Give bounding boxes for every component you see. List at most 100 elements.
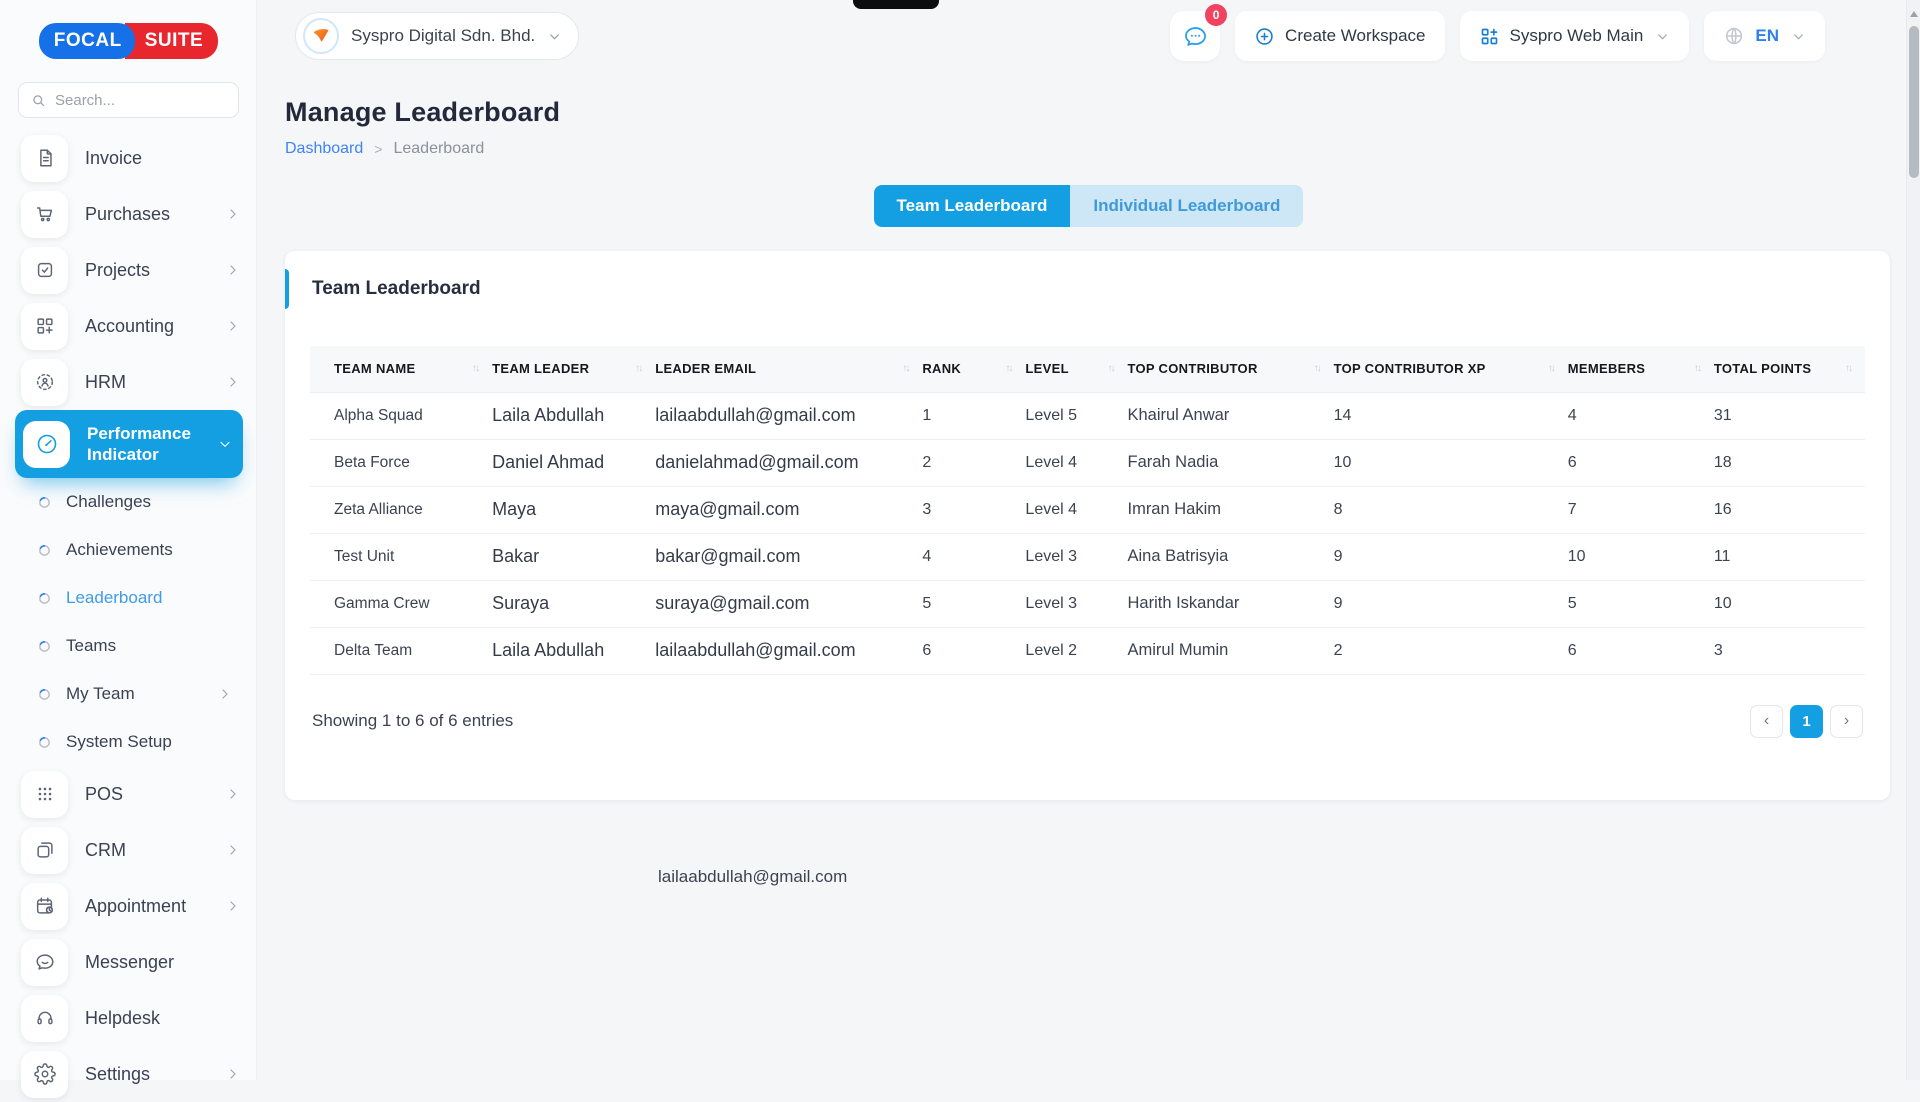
sidebar-item-label: CRM — [85, 840, 208, 861]
tab-individual-leaderboard[interactable]: Individual Leaderboard — [1070, 185, 1303, 227]
messenger-icon — [21, 939, 68, 986]
invoice-icon — [21, 135, 68, 182]
table-cell: 5 — [1568, 580, 1714, 627]
entries-summary: Showing 1 to 6 of 6 entries — [312, 711, 513, 731]
circle-progress-icon — [38, 688, 51, 701]
column-header-total-points[interactable]: TOTAL POINTS↑↓ — [1714, 346, 1865, 392]
grid-plus-icon — [1479, 26, 1500, 47]
sort-icon[interactable]: ↑↓ — [1845, 363, 1851, 374]
scrollbar-thumb[interactable] — [1909, 26, 1919, 178]
column-header-label: LEVEL — [1025, 361, 1068, 376]
table-cell: Delta Team — [310, 627, 492, 674]
search-input[interactable] — [55, 92, 227, 109]
chevron-right-icon — [225, 318, 241, 334]
column-header-team-name[interactable]: TEAM NAME↑↓ — [310, 346, 492, 392]
column-header-leader-email[interactable]: LEADER EMAIL ↑↓ — [655, 346, 922, 392]
pagination-next-button[interactable]: › — [1830, 705, 1863, 738]
table-cell: 9 — [1334, 533, 1568, 580]
sort-icon[interactable]: ↑↓ — [1694, 363, 1700, 374]
tab-team-leaderboard[interactable]: Team Leaderboard — [874, 185, 1071, 227]
create-workspace-label: Create Workspace — [1285, 26, 1425, 46]
card-title: Team Leaderboard — [285, 251, 1890, 300]
table-cell: danielahmad@gmail.com — [655, 439, 922, 486]
language-selector[interactable]: EN — [1704, 11, 1825, 61]
table-cell: Laila Abdullah — [492, 392, 655, 439]
sidebar-item-teams[interactable]: Teams — [0, 622, 257, 670]
app-menu-button[interactable]: Syspro Web Main — [1460, 11, 1690, 61]
sort-icon[interactable]: ↑↓ — [635, 363, 641, 374]
table-cell: 16 — [1714, 486, 1865, 533]
sidebar-item-purchases[interactable]: Purchases — [0, 186, 257, 242]
sort-icon[interactable]: ↑↓ — [902, 363, 908, 374]
helpdesk-icon — [21, 995, 68, 1042]
table-cell: Farah Nadia — [1127, 439, 1333, 486]
sidebar-item-hrm[interactable]: HRM — [0, 354, 257, 410]
circle-progress-icon — [38, 736, 51, 749]
table-cell: Level 4 — [1025, 486, 1127, 533]
sidebar-item-appointment[interactable]: Appointment — [0, 878, 257, 934]
column-header-level[interactable]: LEVEL ↑↓ — [1025, 346, 1127, 392]
pagination-page-1[interactable]: 1 — [1790, 705, 1823, 738]
sidebar-item-achievements[interactable]: Achievements — [0, 526, 257, 574]
crm-icon — [21, 827, 68, 874]
sidebar-item-my-team[interactable]: My Team — [0, 670, 257, 718]
table-cell: Gamma Crew — [310, 580, 492, 627]
sort-icon[interactable]: ↑↓ — [1005, 363, 1011, 374]
sidebar-item-system-setup[interactable]: System Setup — [0, 718, 257, 766]
table-cell: Maya — [492, 486, 655, 533]
cart-icon — [21, 191, 68, 238]
sidebar-item-crm[interactable]: CRM — [0, 822, 257, 878]
sort-icon[interactable]: ↑↓ — [1548, 363, 1554, 374]
search-box[interactable] — [18, 82, 239, 118]
table-cell: 10 — [1568, 533, 1714, 580]
sidebar-item-leaderboard[interactable]: Leaderboard — [0, 574, 257, 622]
sidebar-subitem-label: Leaderboard — [66, 588, 233, 608]
scrollbar-up-arrow-icon[interactable] — [1907, 5, 1920, 17]
sidebar-item-accounting[interactable]: Accounting — [0, 298, 257, 354]
sidebar-item-label: Performance Indicator — [87, 423, 200, 466]
sort-icon[interactable]: ↑↓ — [472, 363, 478, 374]
sidebar-item-projects[interactable]: Projects — [0, 242, 257, 298]
column-header-rank[interactable]: RANK↑↓ — [922, 346, 1025, 392]
breadcrumb: Dashboard > Leaderboard — [285, 140, 1920, 158]
pagination-prev-button[interactable]: ‹ — [1750, 705, 1783, 738]
table-header-row: TEAM NAME↑↓TEAM LEADER↑↓LEADER EMAIL↑↓RA… — [310, 346, 1865, 392]
workspace-selector[interactable]: Syspro Digital Sdn. Bhd. — [295, 12, 579, 60]
sidebar-item-settings[interactable]: Settings — [0, 1046, 257, 1102]
language-label: EN — [1755, 26, 1779, 46]
sidebar-item-label: Settings — [85, 1064, 208, 1085]
search-icon — [30, 92, 47, 109]
table-cell: 31 — [1714, 392, 1865, 439]
sidebar-item-label: Messenger — [85, 952, 241, 973]
sidebar-item-challenges[interactable]: Challenges — [0, 478, 257, 526]
column-header-top-contributor-xp[interactable]: TOP CONTRIBUTOR XP↑↓ — [1334, 346, 1568, 392]
sidebar-subitem-label: Achievements — [66, 540, 233, 560]
sort-icon[interactable]: ↑↓ — [1107, 363, 1113, 374]
breadcrumb-dashboard[interactable]: Dashboard — [285, 140, 363, 158]
sidebar-item-messenger[interactable]: Messenger — [0, 934, 257, 990]
table-cell: 4 — [922, 533, 1025, 580]
screen: FOCALSUITE InvoicePurchasesProjectsAccou… — [0, 0, 1920, 1080]
sidebar-item-pos[interactable]: POS — [0, 766, 257, 822]
sidebar-item-label: Projects — [85, 260, 208, 281]
table-cell: 2 — [922, 439, 1025, 486]
create-workspace-button[interactable]: Create Workspace — [1235, 11, 1444, 61]
table-cell: Suraya — [492, 580, 655, 627]
main-content: Manage Leaderboard Dashboard > Leaderboa… — [257, 72, 1920, 800]
sort-icon[interactable]: ↑↓ — [1314, 363, 1320, 374]
table-cell: 10 — [1714, 580, 1865, 627]
hrm-icon — [21, 359, 68, 406]
column-header-team-leader[interactable]: TEAM LEADER↑↓ — [492, 346, 655, 392]
sidebar-item-invoice[interactable]: Invoice — [0, 130, 257, 186]
table-cell: 6 — [922, 627, 1025, 674]
scrollbar[interactable] — [1906, 0, 1920, 1080]
table-cell: 8 — [1334, 486, 1568, 533]
sidebar-item-helpdesk[interactable]: Helpdesk — [0, 990, 257, 1046]
leaderboard-card: Team Leaderboard TEAM NAME↑↓TEAM LEADER↑… — [285, 251, 1890, 800]
column-header-memebers[interactable]: MEMEBERS↑↓ — [1568, 346, 1714, 392]
table-cell: 2 — [1334, 627, 1568, 674]
chat-button[interactable]: 0 — [1170, 11, 1220, 61]
sidebar-item-performance-indicator[interactable]: Performance Indicator — [15, 410, 243, 478]
column-header-label: LEADER EMAIL — [655, 361, 756, 376]
column-header-top-contributor[interactable]: TOP CONTRIBUTOR↑↓ — [1127, 346, 1333, 392]
